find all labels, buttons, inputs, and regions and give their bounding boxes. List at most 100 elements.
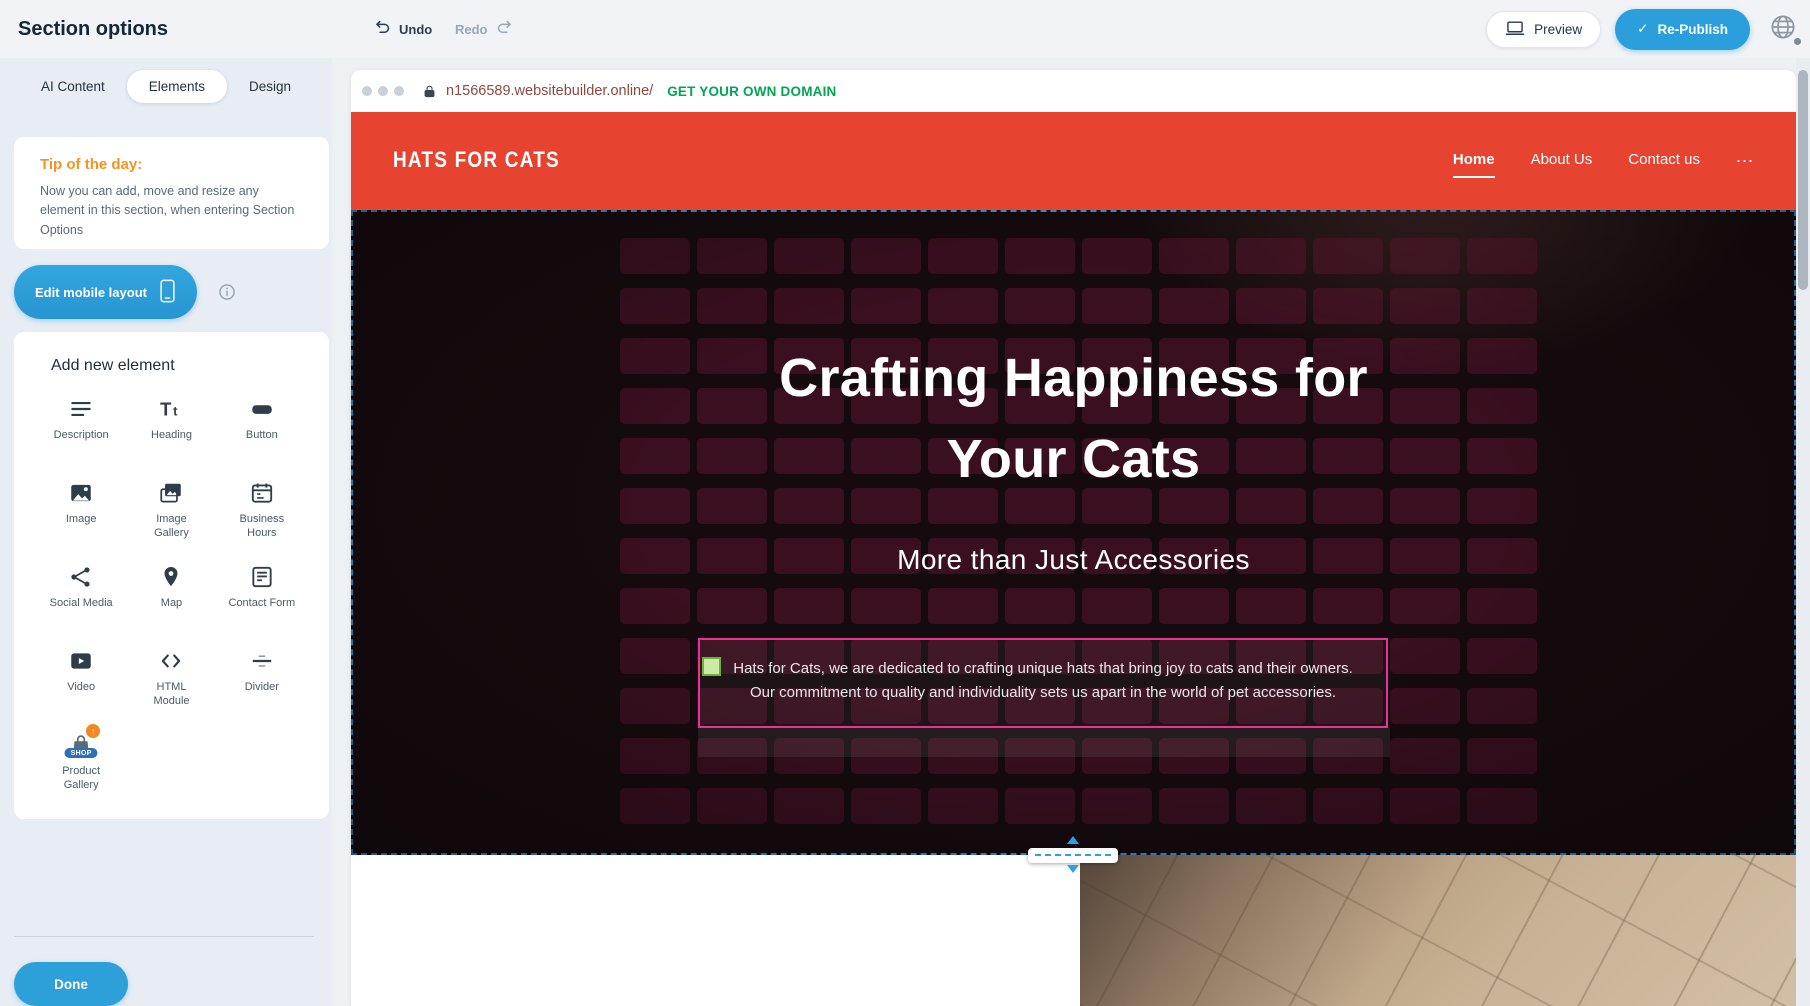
element-product-gallery[interactable]: ↑SHOPProduct Gallery xyxy=(36,724,126,800)
brick xyxy=(620,788,690,824)
site-logo[interactable]: Hats for Cats xyxy=(393,148,560,173)
brick xyxy=(928,288,998,324)
element-label: HTML Module xyxy=(137,681,205,709)
resize-arrow-up-icon xyxy=(1067,836,1079,844)
brick xyxy=(620,688,690,724)
element-description[interactable]: Description xyxy=(36,388,126,464)
brick xyxy=(1159,588,1229,624)
brick xyxy=(620,738,690,774)
section-resize-handle[interactable] xyxy=(1028,840,1118,870)
element-image[interactable]: Image xyxy=(36,472,126,548)
brick xyxy=(1313,288,1383,324)
element-divider[interactable]: Divider xyxy=(217,640,307,716)
hero-subheading[interactable]: More than Just Accessories xyxy=(351,544,1796,576)
brick xyxy=(774,288,844,324)
hero-heading[interactable]: Crafting Happiness for Your Cats xyxy=(351,338,1796,500)
brick xyxy=(620,638,690,674)
preview-label: Preview xyxy=(1534,22,1582,37)
brick xyxy=(1390,638,1460,674)
tip-body: Now you can add, move and resize any ele… xyxy=(40,182,303,240)
brick xyxy=(1236,588,1306,624)
tab-design[interactable]: Design xyxy=(233,70,307,103)
html-icon xyxy=(158,648,184,674)
undo-label: Undo xyxy=(399,22,432,37)
brick xyxy=(774,788,844,824)
tab-elements[interactable]: Elements xyxy=(127,70,227,103)
scrollbar[interactable] xyxy=(1796,58,1810,1006)
undo-button[interactable]: Undo xyxy=(373,0,432,58)
preview-button[interactable]: Preview xyxy=(1486,11,1601,48)
paragraph-padding-highlight xyxy=(698,727,1390,757)
domain-link[interactable]: GET YOUR OWN DOMAIN xyxy=(667,84,836,99)
element-video[interactable]: Video xyxy=(36,640,126,716)
edit-mobile-layout-button[interactable]: Edit mobile layout xyxy=(14,265,197,319)
brick xyxy=(851,788,921,824)
video-icon xyxy=(68,648,94,674)
language-globe-button[interactable] xyxy=(1764,10,1802,48)
element-button[interactable]: Button xyxy=(217,388,307,464)
element-label: Button xyxy=(246,429,278,443)
element-social-media[interactable]: Social Media xyxy=(36,556,126,632)
add-element-card: Add new element DescriptionTtHeadingButt… xyxy=(14,332,329,819)
redo-icon xyxy=(495,18,514,40)
window-dot xyxy=(362,86,372,96)
brick xyxy=(1467,588,1537,624)
description-icon xyxy=(68,396,94,422)
brick xyxy=(697,238,767,274)
hours-icon xyxy=(249,480,275,506)
topbar: Section options Undo Redo Preview ✓ Re-P… xyxy=(0,0,1810,58)
browser-window: n1566589.websitebuilder.online/ GET YOUR… xyxy=(351,70,1796,1006)
brick xyxy=(1005,238,1075,274)
element-image-gallery[interactable]: Image Gallery xyxy=(126,472,216,548)
element-label: Image Gallery xyxy=(137,513,205,541)
brick xyxy=(1390,288,1460,324)
element-business-hours[interactable]: Business Hours xyxy=(217,472,307,548)
hero-heading-line1: Crafting Happiness for xyxy=(351,338,1796,419)
element-contact-form[interactable]: Contact Form xyxy=(217,556,307,632)
hero-section[interactable]: Crafting Happiness for Your Cats More th… xyxy=(351,210,1796,855)
info-icon[interactable] xyxy=(217,282,237,302)
selection-handle[interactable] xyxy=(702,657,721,676)
scrollbar-thumb[interactable] xyxy=(1798,70,1808,290)
brick xyxy=(928,788,998,824)
redo-button[interactable]: Redo xyxy=(455,0,514,58)
element-html-module[interactable]: HTML Module xyxy=(126,640,216,716)
brick xyxy=(1082,588,1152,624)
nav-home[interactable]: Home xyxy=(1453,151,1495,172)
brick xyxy=(928,588,998,624)
element-grid: DescriptionTtHeading Button Image Image Gal… xyxy=(14,388,329,800)
button-icon xyxy=(249,396,275,422)
element-label: Product Gallery xyxy=(47,765,115,793)
shop-badge-dot: ↑ xyxy=(86,724,100,738)
brick xyxy=(1159,238,1229,274)
image-icon xyxy=(68,480,94,506)
brick xyxy=(1313,788,1383,824)
site-nav: Home About Us Contact us ... xyxy=(1453,151,1754,172)
site-header: Hats for Cats Home About Us Contact us .… xyxy=(351,112,1796,210)
nav-about[interactable]: About Us xyxy=(1531,151,1593,172)
done-button[interactable]: Done xyxy=(14,962,128,1006)
heading-icon: Tt xyxy=(158,396,184,422)
tab-ai-content[interactable]: AI Content xyxy=(25,70,121,103)
brick xyxy=(1390,588,1460,624)
brick xyxy=(851,288,921,324)
brick xyxy=(1467,288,1537,324)
brick xyxy=(1467,788,1537,824)
hero-paragraph: Hats for Cats, we are dedicated to craft… xyxy=(700,640,1386,706)
element-map[interactable]: Map xyxy=(126,556,216,632)
url-text: n1566589.websitebuilder.online/ xyxy=(446,83,653,99)
brick xyxy=(1236,288,1306,324)
brick xyxy=(774,238,844,274)
element-heading[interactable]: TtHeading xyxy=(126,388,216,464)
site-preview: Hats for Cats Home About Us Contact us .… xyxy=(351,112,1796,1006)
republish-button[interactable]: ✓ Re-Publish xyxy=(1615,9,1750,50)
element-label: Divider xyxy=(245,681,279,695)
nav-more[interactable]: ... xyxy=(1736,146,1754,171)
paragraph-selection[interactable]: Hats for Cats, we are dedicated to craft… xyxy=(698,638,1388,728)
nav-contact[interactable]: Contact us xyxy=(1628,151,1700,172)
element-label: Contact Form xyxy=(229,597,296,611)
element-label: Social Media xyxy=(50,597,113,611)
phone-icon xyxy=(159,278,176,307)
form-icon xyxy=(249,564,275,590)
window-dot xyxy=(378,86,388,96)
